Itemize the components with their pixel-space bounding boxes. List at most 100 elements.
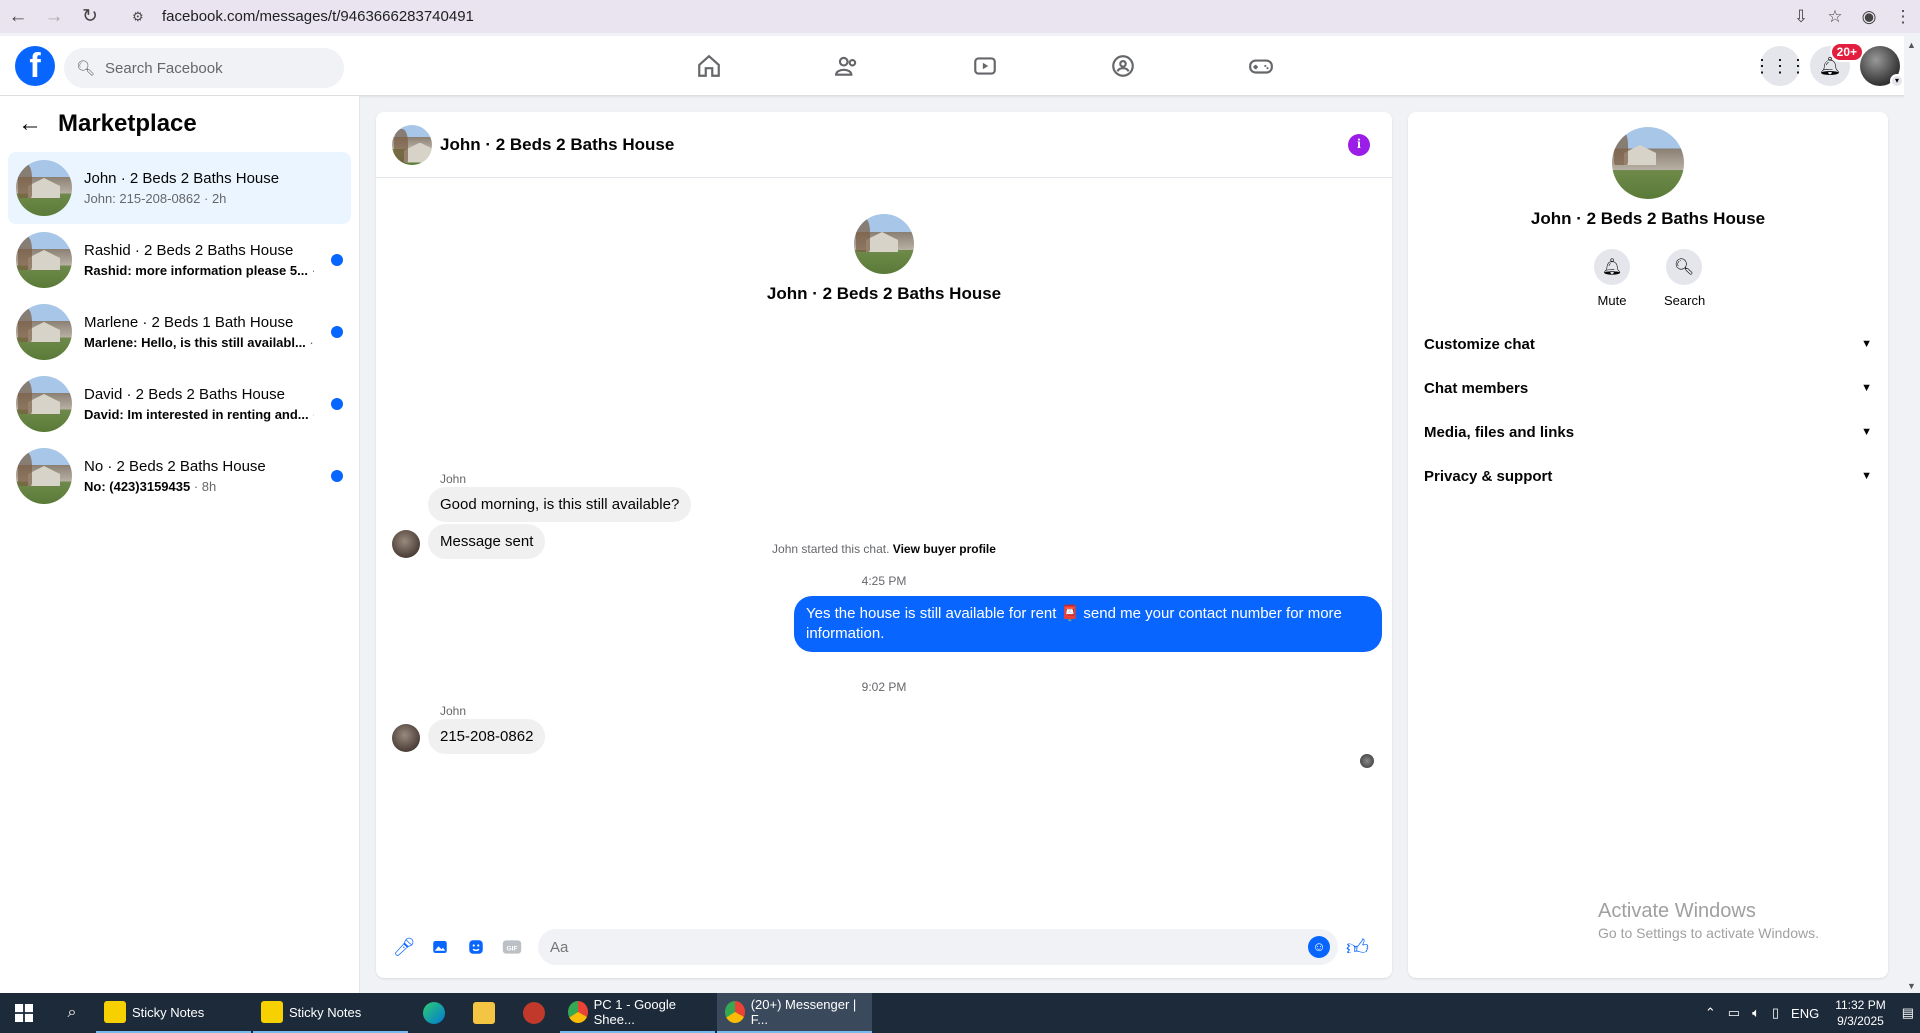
message-bubble-incoming[interactable]: Good morning, is this still available? [428, 487, 692, 522]
taskbar-sticky-notes-1[interactable]: Sticky Notes [96, 993, 251, 1033]
conversation-list-panel: ← Marketplace John · 2 Beds 2 Baths Hous… [0, 96, 360, 993]
back-arrow-icon[interactable]: ← [18, 110, 42, 138]
facebook-header: f 🔍︎ Search Facebook ⋮⋮⋮ 🔔︎ 20+ ▾ [0, 36, 1920, 96]
sender-avatar[interactable] [392, 530, 420, 558]
microphone-icon[interactable]: 🎤︎ [386, 929, 422, 965]
page-scrollbar[interactable]: ▲ ▼ [1904, 36, 1920, 993]
conversation-title: No · 2 Beds 2 Baths House [84, 458, 266, 475]
back-button[interactable]: ← [0, 0, 36, 33]
thumbs-up-icon[interactable]: 👍︎ [1346, 934, 1369, 961]
profile-icon[interactable]: ◉ [1852, 7, 1886, 27]
reload-button[interactable]: ↻ [72, 0, 108, 33]
battery-icon[interactable]: ▯ [1772, 1005, 1779, 1021]
message-bubble-incoming[interactable]: 215-208-0862 [428, 719, 546, 754]
tray-chevron-up-icon[interactable]: ⌃ [1705, 1005, 1716, 1021]
message-bubble-incoming[interactable]: Message sent [428, 524, 546, 559]
started-text: John started this chat. [772, 542, 890, 556]
message-input[interactable] [550, 938, 1290, 956]
preview-text: Marlene: Hello, is this still availabl..… [84, 335, 306, 350]
chat-title[interactable]: John · 2 Beds 2 Baths House [440, 135, 674, 155]
message-composer: 🎤︎ GIF ☺ 👍︎ [376, 916, 1392, 978]
chevron-down-icon: ▾ [1890, 74, 1904, 88]
taskbar-chrome-sheets[interactable]: PC 1 - Google Shee... [560, 993, 715, 1033]
conversation-item[interactable]: Marlene · 2 Beds 1 Bath House Marlene: He… [8, 296, 351, 368]
notification-badge: 20+ [1829, 42, 1864, 62]
preview-text: John: 215-208-0862 [84, 191, 201, 206]
sender-label: John [440, 704, 467, 718]
chevron-down-icon: ▼ [1861, 382, 1872, 394]
conversation-item[interactable]: No · 2 Beds 2 Baths House No: (423)315943… [8, 440, 351, 512]
forward-button[interactable]: → [36, 0, 72, 33]
chat-avatar[interactable] [392, 124, 432, 165]
conversation-item[interactable]: John · 2 Beds 2 Baths House John: 215-208… [8, 152, 351, 224]
view-buyer-profile-link[interactable]: View buyer profile [893, 542, 996, 556]
unread-dot [331, 326, 343, 338]
account-avatar[interactable]: ▾ [1860, 46, 1904, 88]
conversation-title: David · 2 Beds 2 Baths House [84, 386, 285, 403]
network-icon[interactable]: ▭ [1728, 1005, 1740, 1021]
gaming-nav[interactable] [1192, 36, 1330, 96]
preview-separator: · [308, 263, 314, 278]
search-chat-button[interactable]: 🔍︎ Search [1664, 249, 1705, 308]
preview-separator: · [309, 407, 314, 422]
scroll-up-icon[interactable]: ▲ [1907, 40, 1916, 50]
search-icon: 🔍︎ [1666, 249, 1702, 285]
taskbar-search-icon[interactable]: ⌕ [48, 993, 96, 1033]
section-label: Chat members [1424, 379, 1529, 397]
sticker-icon[interactable] [458, 929, 494, 965]
conversation-item[interactable]: Rashid · 2 Beds 2 Baths House Rashid: mor… [8, 224, 351, 296]
clock-date: 9/3/2025 [1837, 1014, 1884, 1028]
media-files-links-section[interactable]: Media, files and links ▼ [1408, 410, 1888, 454]
message-input-box[interactable]: ☺ [538, 929, 1338, 965]
taskbar-clock[interactable]: 11:32 PM 9/3/2025 [1835, 997, 1885, 1029]
site-info-icon[interactable]: ⚙ [132, 9, 154, 25]
notifications-button[interactable]: 🔔︎ 20+ [1810, 42, 1864, 86]
groups-nav[interactable] [1054, 36, 1192, 96]
seen-indicator-avatar [1360, 754, 1374, 768]
mute-button[interactable]: 🔔︎ Mute [1592, 249, 1632, 308]
address-bar[interactable]: ⚙ facebook.com/messages/t/94636662837404… [124, 3, 1834, 30]
video-icon [974, 57, 996, 75]
conversation-title: Rashid · 2 Beds 2 Baths House [84, 242, 294, 259]
url-text[interactable]: facebook.com/messages/t/9463666283740491 [162, 8, 474, 25]
install-app-icon[interactable]: ⇩ [1784, 7, 1818, 27]
taskbar-sticky-notes-2[interactable]: Sticky Notes [253, 993, 408, 1033]
privacy-support-section[interactable]: Privacy & support ▼ [1408, 454, 1888, 498]
windows-start-icon[interactable] [0, 993, 48, 1033]
customize-chat-section[interactable]: Customize chat ▼ [1408, 322, 1888, 366]
taskbar-chrome-messenger[interactable]: (20+) Messenger | F... [717, 993, 872, 1033]
info-icon[interactable]: i [1348, 134, 1370, 156]
volume-icon[interactable]: 🔈︎ [1752, 1005, 1760, 1021]
preview-separator: · [309, 335, 314, 350]
menu-grid-button[interactable]: ⋮⋮⋮ [1753, 46, 1807, 86]
photo-icon[interactable] [422, 929, 458, 965]
taskbar-file-explorer[interactable] [460, 993, 508, 1033]
timestamp: 4:25 PM [861, 574, 907, 588]
sender-avatar[interactable] [392, 724, 420, 752]
conversation-preview: Marlene: Hello, is this still availabl..… [84, 335, 314, 350]
message-bubble-outgoing[interactable]: Yes the house is still available for ren… [794, 596, 1382, 652]
watch-nav[interactable] [916, 36, 1054, 96]
scroll-down-icon[interactable]: ▼ [1907, 981, 1916, 991]
conversation-item[interactable]: David · 2 Beds 2 Baths House David: Im in… [8, 368, 351, 440]
chat-members-section[interactable]: Chat members ▼ [1408, 366, 1888, 410]
profile-avatar[interactable] [854, 214, 914, 274]
search-icon: 🔍︎ [76, 60, 96, 77]
conversation-avatar [16, 448, 72, 504]
friends-nav[interactable] [778, 36, 916, 96]
bookmark-star-icon[interactable]: ☆ [1818, 7, 1852, 27]
gif-icon[interactable]: GIF [494, 929, 530, 965]
taskbar-edge[interactable] [410, 993, 458, 1033]
chrome-icon [725, 1001, 745, 1023]
mute-label: Mute [1597, 293, 1627, 308]
search-facebook-field[interactable]: 🔍︎ Search Facebook [64, 48, 344, 88]
language-indicator[interactable]: ENG [1791, 1006, 1819, 1021]
details-avatar[interactable] [1612, 127, 1684, 199]
menu-dots-icon[interactable]: ⋮ [1886, 7, 1920, 27]
emoji-icon[interactable]: ☺ [1308, 936, 1330, 958]
search-placeholder: Search Facebook [105, 59, 223, 77]
taskbar-app-bird[interactable] [510, 993, 558, 1033]
facebook-logo[interactable]: f [15, 46, 55, 86]
notification-center-icon[interactable]: ▤ [1902, 1005, 1914, 1021]
home-nav[interactable] [640, 36, 778, 96]
